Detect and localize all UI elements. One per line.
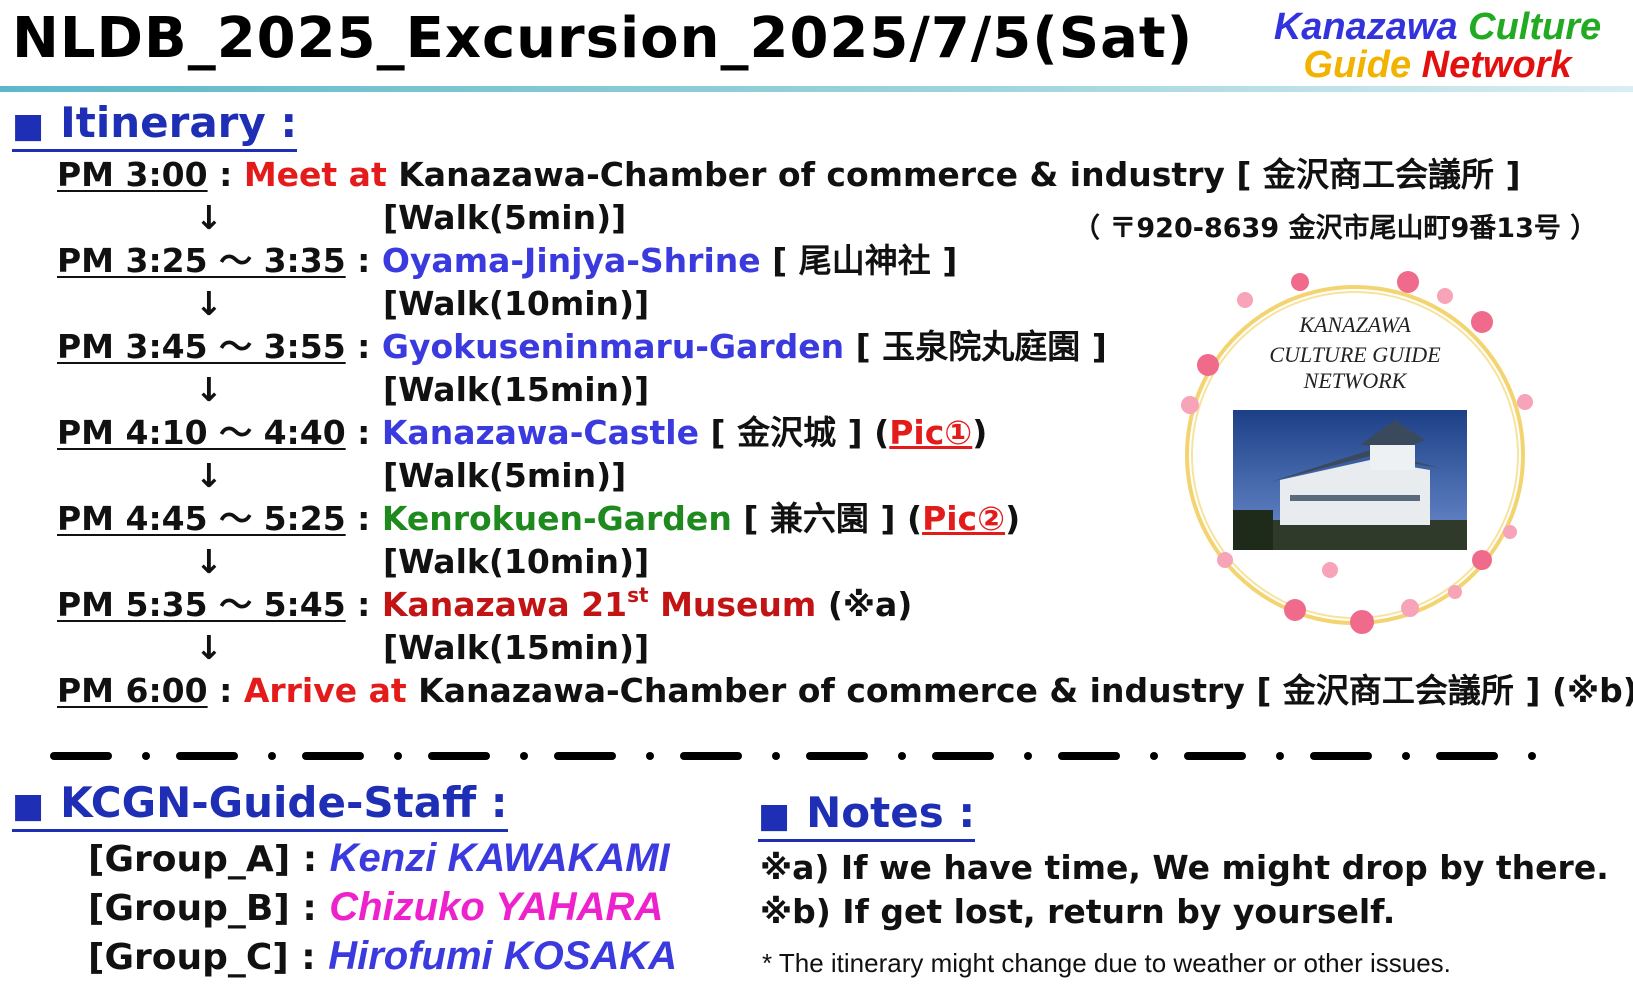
itinerary-row: PM 4:45 ～ 5:25 : Kenrokuen-Garden [ 兼六園 … [57,499,1020,539]
org-word-guide: Guide [1303,44,1412,86]
stop-place-jp: [ 金沢商工会議所 ] [1236,155,1521,194]
staff-group: [Group_B] [88,888,290,929]
note-item: ※a) If we have time, We might drop by th… [760,848,1609,887]
stop-place: Kanazawa 21st Museum [382,585,816,624]
staff-member: [Group_C] : Hirofumi KOSAKA [88,934,678,978]
separator: : [357,585,371,624]
separator: : [219,155,233,194]
paren-close: ) [972,413,988,452]
org-word-network: Network [1421,44,1572,86]
stop-time: PM 4:45 ～ 5:25 [57,499,346,538]
stop-place-jp: [ 尾山神社 ] [772,241,958,280]
down-arrow-icon: ↓ [195,628,223,667]
walk-duration: [Walk(5min)] [383,198,627,237]
logo-text-line1: KANAZAWA [1298,312,1411,337]
itinerary-heading-text: Itinerary : [60,98,298,147]
stop-place-rest: Museum [648,585,817,624]
organization-name: Kanazawa Culture Guide Network [1245,8,1630,84]
walk-duration: [Walk(15min)] [383,370,650,409]
title-divider [0,86,1633,92]
itinerary-row: PM 6:00 : Arrive at Kanazawa-Chamber of … [57,671,1633,711]
stop-place: Kenrokuen-Garden [381,499,732,538]
down-arrow-icon: ↓ [195,456,223,495]
meeting-address: （ 〒920-8639 金沢市尾山町9番13号 ） [1073,213,1598,244]
logo-text-line3: NETWORK [1303,368,1408,393]
note-item: ※b) If get lost, return by yourself. [760,892,1396,931]
stop-place: Gyokuseninmaru-Garden [381,327,845,366]
paren-open: ( [874,413,890,452]
stop-place: Kanazawa-Castle [381,413,699,452]
org-word-kanazawa: Kanazawa [1273,6,1458,48]
separator: : [357,413,371,452]
stop-note-ref: (※a) [827,585,913,624]
stop-note-ref: (※b) [1551,671,1633,710]
staff-member: [Group_B] : Chizuko YAHARA [88,885,664,929]
stop-place-jp: [ 玉泉院丸庭園 ] [855,327,1107,366]
page-title: NLDB_2025_Excursion_2025/7/5(Sat) [12,6,1194,71]
bullet-square-icon: ■ [758,796,791,836]
notes-heading-text: Notes : [806,788,976,837]
footnote: * The itinerary might change due to weat… [762,948,1451,978]
stop-place-jp: [ 兼六園 ] [743,499,896,538]
itinerary-row: PM 3:25 ～ 3:35 : Oyama-Jinjya-Shrine [ 尾… [57,241,957,281]
stop-time: PM 6:00 [57,671,208,710]
paren-close: ) [1005,499,1021,538]
staff-group: [Group_C] [88,937,289,978]
stop-place: Kanazawa-Chamber of commerce & industry [398,155,1225,194]
pic-link[interactable]: Pic① [889,413,972,452]
itinerary-row: PM 5:35 ～ 5:45 : Kanazawa 21st Museum (※… [57,585,912,625]
separator: : [357,499,371,538]
stop-place: Oyama-Jinjya-Shrine [381,241,761,280]
itinerary-row: PM 3:45 ～ 3:55 : Gyokuseninmaru-Garden [… [57,327,1107,367]
staff-group: [Group_A] [88,839,291,880]
itinerary-row: PM 4:10 ～ 4:40 : Kanazawa-Castle [ 金沢城 ]… [57,413,987,453]
bullet-square-icon: ■ [12,106,45,146]
down-arrow-icon: ↓ [195,198,223,237]
separator: : [357,241,371,280]
itinerary-heading: ■ Itinerary : [12,98,298,152]
itinerary-row: PM 3:00 : Meet at Kanazawa-Chamber of co… [57,155,1521,195]
stop-time: PM 4:10 ～ 4:40 [57,413,346,452]
separator: : [219,671,233,710]
paren-open: ( [906,499,923,538]
staff-heading-text: KCGN-Guide-Staff : [60,778,508,827]
stop-prefix: Arrive at [243,671,407,710]
notes-heading: ■ Notes : [758,788,976,842]
stop-prefix: Meet at [243,155,387,194]
section-divider [50,752,1536,760]
bullet-square-icon: ■ [12,786,45,826]
staff-name: Kenzi KAWAKAMI [329,836,670,880]
stop-time: PM 3:45 ～ 3:55 [57,327,346,366]
down-arrow-icon: ↓ [195,284,223,323]
stop-time: PM 3:25 ～ 3:35 [57,241,346,280]
walk-duration: [Walk(5min)] [383,456,627,495]
logo-text-line2: CULTURE GUIDE [1269,342,1441,367]
kcgn-logo: KANAZAWA CULTURE GUIDE NETWORK [1181,271,1533,634]
stop-place-main: Kanazawa 21 [381,585,628,624]
stop-place-jp: [ 金沢商工会議所 ] [1256,671,1541,710]
staff-name: Hirofumi KOSAKA [328,934,678,978]
separator: : [357,327,371,366]
staff-member: [Group_A] : Kenzi KAWAKAMI [88,836,670,880]
down-arrow-icon: ↓ [195,370,223,409]
castle-photo [1233,410,1467,550]
stop-place: Kanazawa-Chamber of commerce & industry [418,671,1245,710]
org-word-culture: Culture [1468,6,1602,48]
stop-time: PM 5:35 ～ 5:45 [57,585,346,624]
down-arrow-icon: ↓ [195,542,223,581]
pic-link[interactable]: Pic② [922,499,1005,538]
stop-place-jp: [ 金沢城 ] [710,413,863,452]
walk-duration: [Walk(10min)] [383,542,650,581]
staff-heading: ■ KCGN-Guide-Staff : [12,780,508,832]
walk-duration: [Walk(10min)] [383,284,650,323]
walk-duration: [Walk(15min)] [383,628,650,667]
stop-time: PM 3:00 [57,155,208,194]
ordinal-suffix: st [627,583,649,607]
staff-name: Chizuko YAHARA [329,885,664,929]
